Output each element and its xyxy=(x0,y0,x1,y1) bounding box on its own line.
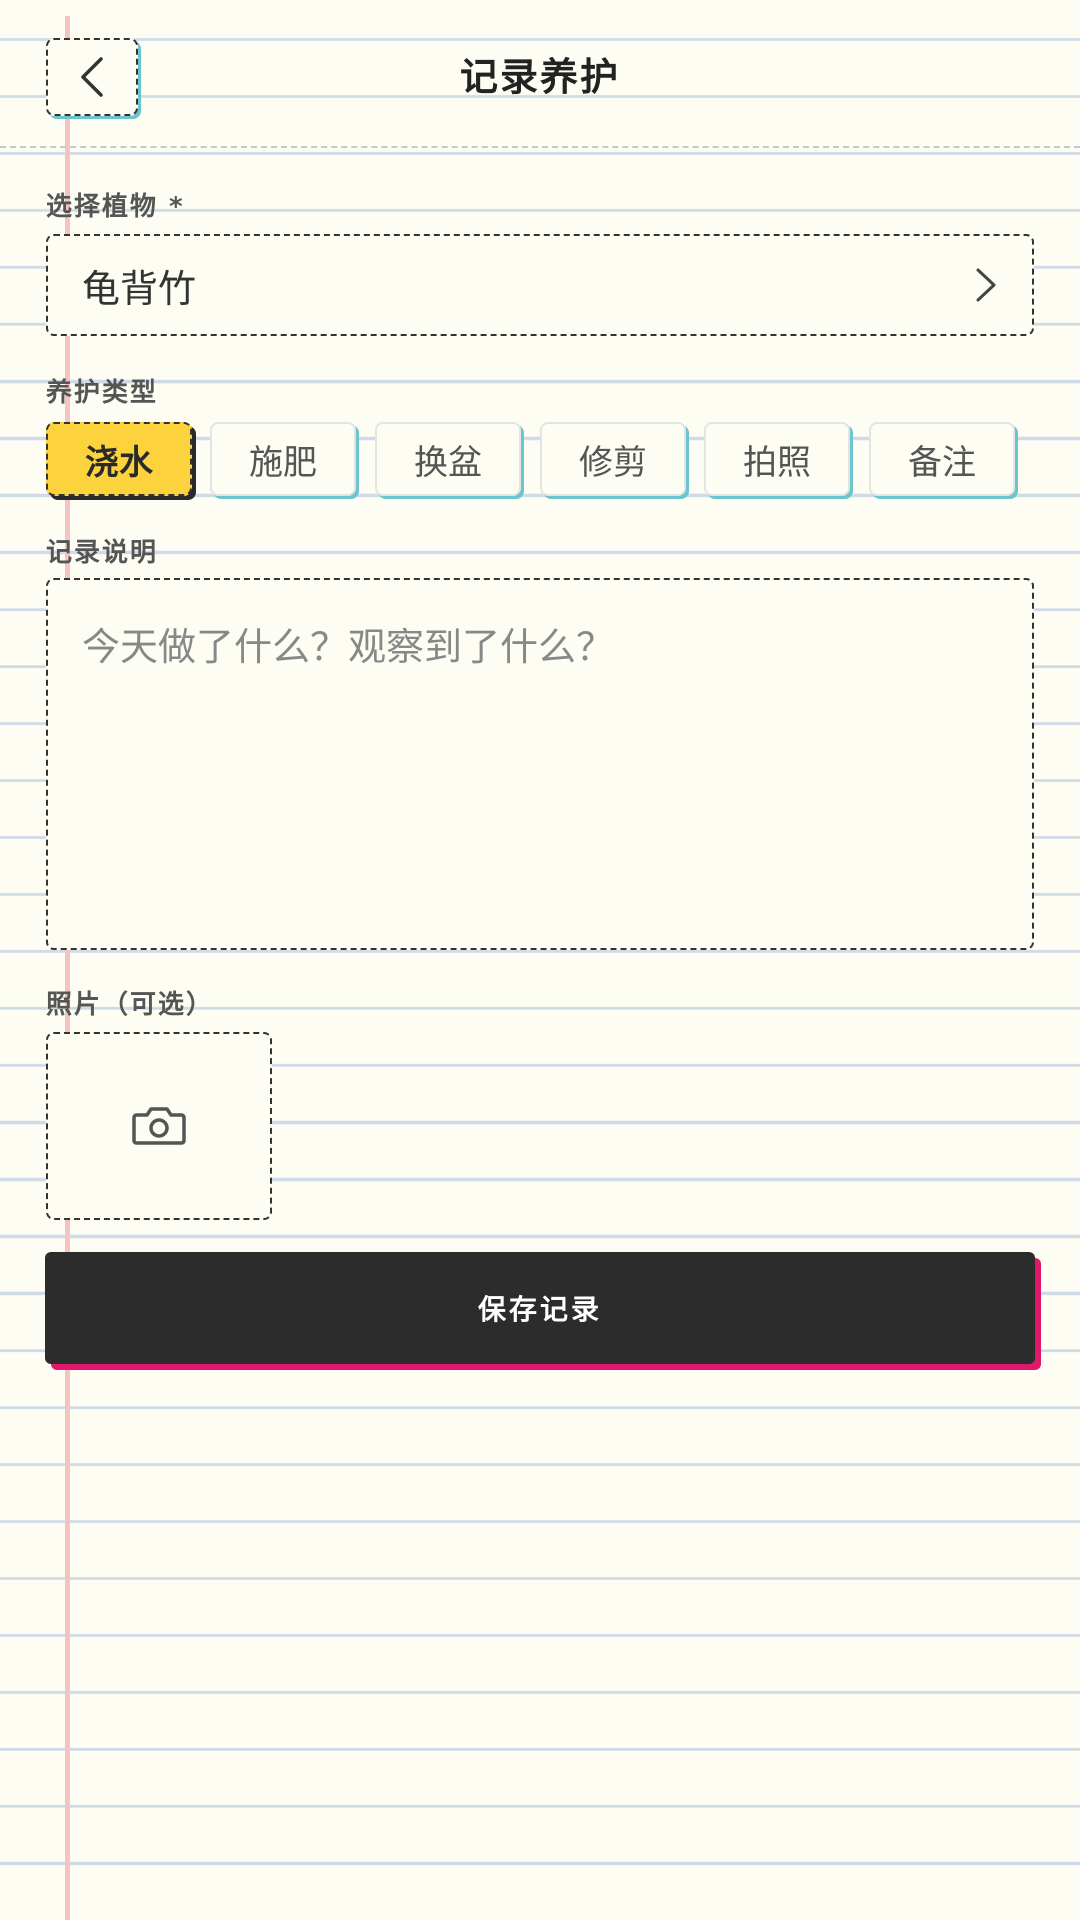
care-type-label: 养护类型 xyxy=(46,378,159,408)
care-type-option-repot[interactable]: 换盆 xyxy=(375,422,521,496)
note-label: 记录说明 xyxy=(46,538,159,568)
note-box xyxy=(46,578,1034,950)
page-title: 记录养护 xyxy=(459,55,620,99)
photo-label: 照片（可选） xyxy=(46,990,215,1020)
camera-icon xyxy=(132,1107,186,1145)
plant-select-label: 选择植物 * xyxy=(46,192,185,222)
plant-select[interactable]: 龟背竹 xyxy=(46,234,1034,336)
save-button[interactable]: 保存记录 xyxy=(45,1252,1035,1364)
note-input[interactable] xyxy=(48,580,1032,948)
care-type-option-photo[interactable]: 拍照 xyxy=(704,422,850,496)
care-type-option-fertilize[interactable]: 施肥 xyxy=(210,422,356,496)
photo-upload-button[interactable] xyxy=(46,1032,272,1220)
care-type-option-prune[interactable]: 修剪 xyxy=(540,422,686,496)
care-type-option-water[interactable]: 浇水 xyxy=(46,422,192,496)
chevron-right-icon xyxy=(976,268,996,302)
plant-select-value: 龟背竹 xyxy=(82,266,197,311)
care-type-option-note[interactable]: 备注 xyxy=(869,422,1015,496)
care-type-group: 浇水 施肥 换盆 修剪 拍照 备注 xyxy=(46,422,1046,498)
page-header: 记录养护 xyxy=(0,0,1080,148)
